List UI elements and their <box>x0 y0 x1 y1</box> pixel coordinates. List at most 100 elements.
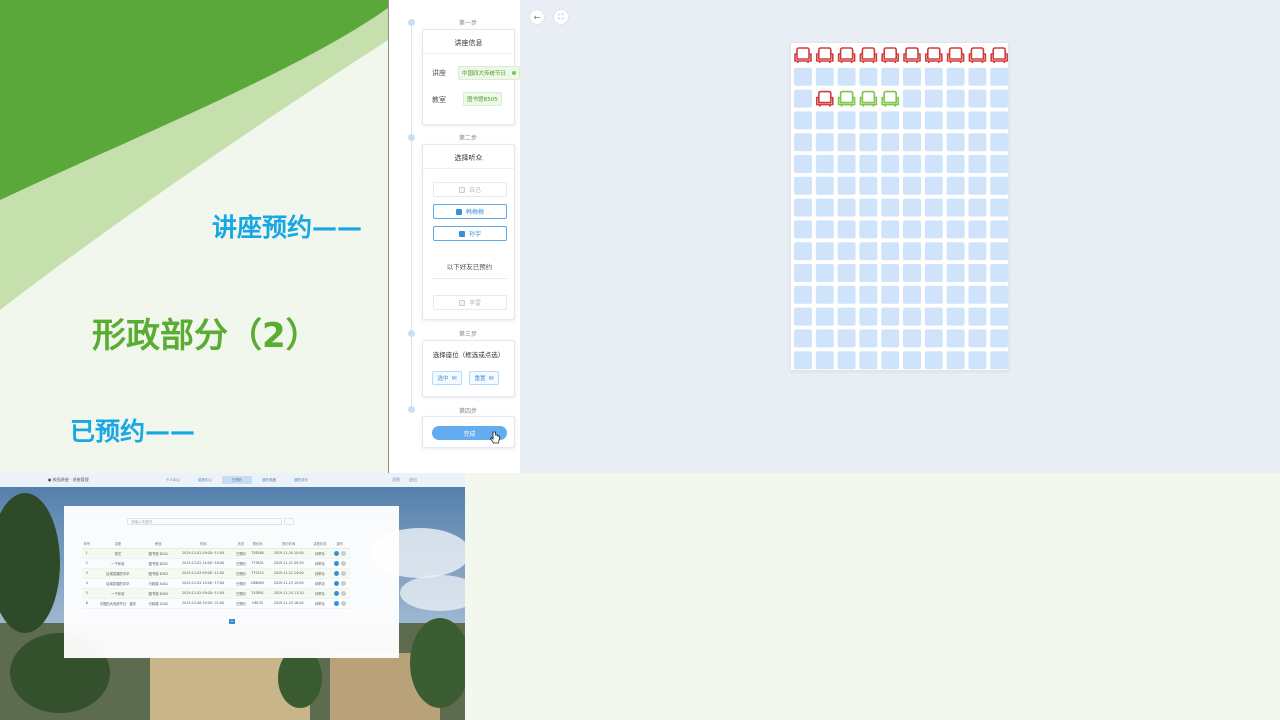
seat-available[interactable] <box>924 133 943 152</box>
seat-available[interactable] <box>881 351 900 370</box>
seat-available[interactable] <box>794 133 812 152</box>
seat-available[interactable] <box>924 264 943 282</box>
seat-available[interactable] <box>794 176 812 195</box>
selected-seats-button[interactable]: 选中 ✉ <box>432 371 462 385</box>
seat-available[interactable] <box>903 285 921 304</box>
seat-available[interactable] <box>881 264 900 282</box>
cancel-action-icon[interactable] <box>340 590 346 596</box>
seat-available[interactable] <box>903 89 921 108</box>
seat-available[interactable] <box>924 351 943 370</box>
cancel-action-icon[interactable] <box>340 560 346 566</box>
seat-available[interactable] <box>968 176 987 195</box>
seat-available[interactable] <box>881 220 900 239</box>
nav-tab-lectures[interactable]: 讲座中心 <box>190 476 220 484</box>
audience-option-sunyu[interactable]: 孙宇 <box>433 226 507 241</box>
seat-available[interactable] <box>859 242 878 261</box>
seat-available[interactable] <box>990 264 1009 282</box>
seat-available[interactable] <box>815 176 834 195</box>
page-number-button[interactable]: 1 <box>229 619 235 624</box>
checkbox-checked-icon[interactable] <box>455 208 462 215</box>
seat-available[interactable] <box>859 198 878 217</box>
view-action-icon[interactable] <box>333 600 339 606</box>
seat-available[interactable] <box>990 285 1009 304</box>
search-input[interactable]: 请输入关键词 <box>127 518 282 525</box>
checkbox-icon[interactable] <box>458 186 465 193</box>
seat-available[interactable] <box>794 89 812 108</box>
seat-available[interactable] <box>968 198 987 217</box>
seat-available[interactable] <box>794 198 812 217</box>
seat-available[interactable] <box>968 220 987 239</box>
seat-available[interactable] <box>815 133 834 152</box>
seat-available[interactable] <box>990 242 1009 261</box>
seat-available[interactable] <box>881 307 900 326</box>
next-page-icon[interactable]: › <box>238 619 239 623</box>
seat-available[interactable] <box>990 307 1009 326</box>
seat-selected[interactable] <box>837 90 856 107</box>
seat-available[interactable] <box>946 89 965 108</box>
back-button[interactable]: ← <box>529 9 545 25</box>
seat-available[interactable] <box>815 264 834 282</box>
search-button[interactable] <box>284 518 294 525</box>
seat-available[interactable] <box>881 329 900 348</box>
seat-available[interactable] <box>924 155 943 173</box>
seat-available[interactable] <box>881 133 900 152</box>
seat-available[interactable] <box>794 329 812 348</box>
cancel-action-icon[interactable] <box>340 550 346 556</box>
seat-available[interactable] <box>837 351 856 370</box>
seat-available[interactable] <box>794 351 812 370</box>
checkbox-checked-icon[interactable] <box>458 230 465 237</box>
seat-available[interactable] <box>946 264 965 282</box>
seat-available[interactable] <box>794 155 812 173</box>
seat-available[interactable] <box>990 89 1009 108</box>
nav-tab-booked[interactable]: 已预约 <box>222 476 252 484</box>
seat-available[interactable] <box>990 111 1009 130</box>
cancel-action-icon[interactable] <box>340 600 346 606</box>
view-action-icon[interactable] <box>333 590 339 596</box>
seat-available[interactable] <box>968 264 987 282</box>
view-action-icon[interactable] <box>333 580 339 586</box>
seat-available[interactable] <box>794 285 812 304</box>
seat-available[interactable] <box>946 242 965 261</box>
seat-available[interactable] <box>837 176 856 195</box>
seat-available[interactable] <box>794 111 812 130</box>
nav-tab-profile[interactable]: 个人中心 <box>158 476 188 484</box>
nav-tab-favorites[interactable]: 我的收藏 <box>254 476 284 484</box>
view-action-icon[interactable] <box>333 560 339 566</box>
seat-available[interactable] <box>837 285 856 304</box>
seat-available[interactable] <box>859 285 878 304</box>
seat-available[interactable] <box>968 155 987 173</box>
seat-available[interactable] <box>968 67 987 86</box>
seat-available[interactable] <box>837 242 856 261</box>
seat-available[interactable] <box>924 307 943 326</box>
reset-seats-button[interactable]: 重置 ✉ <box>469 371 499 385</box>
seat-available[interactable] <box>946 351 965 370</box>
seat-available[interactable] <box>924 111 943 130</box>
seat-available[interactable] <box>990 155 1009 173</box>
seat-available[interactable] <box>837 155 856 173</box>
seat-available[interactable] <box>837 111 856 130</box>
seat-available[interactable] <box>946 285 965 304</box>
seat-available[interactable] <box>924 329 943 348</box>
seat-available[interactable] <box>968 133 987 152</box>
seat-available[interactable] <box>794 264 812 282</box>
seat-available[interactable] <box>794 220 812 239</box>
seat-available[interactable] <box>924 220 943 239</box>
seat-available[interactable] <box>968 111 987 130</box>
seat-available[interactable] <box>990 133 1009 152</box>
seat-available[interactable] <box>924 242 943 261</box>
audience-option-hanmeimei[interactable]: 韩梅梅 <box>433 204 507 219</box>
seat-available[interactable] <box>968 307 987 326</box>
seat-available[interactable] <box>837 198 856 217</box>
seat-available[interactable] <box>815 351 834 370</box>
seat-available[interactable] <box>815 111 834 130</box>
seat-available[interactable] <box>881 242 900 261</box>
logout-link[interactable]: 退出 <box>409 477 417 483</box>
seat-available[interactable] <box>859 133 878 152</box>
seat-available[interactable] <box>903 176 921 195</box>
seat-selected[interactable] <box>881 90 899 107</box>
seat-selected[interactable] <box>859 90 878 107</box>
seat-available[interactable] <box>924 285 943 304</box>
messages-link[interactable]: 消息 <box>392 477 400 483</box>
seat-available[interactable] <box>794 67 812 86</box>
seat-available[interactable] <box>924 67 943 86</box>
